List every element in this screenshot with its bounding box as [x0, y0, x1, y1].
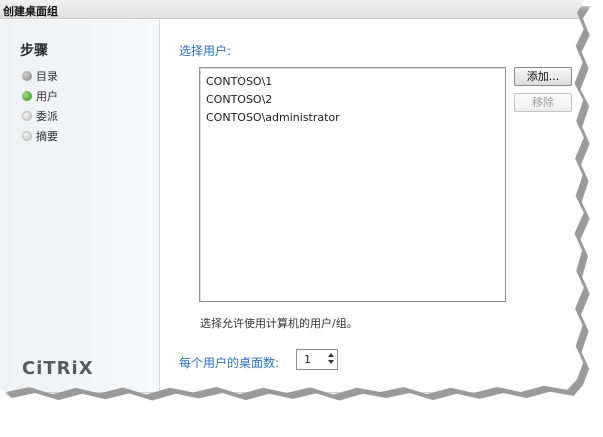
arrow-down-icon[interactable]: [327, 360, 334, 364]
next-button[interactable]: 下一步(N): [455, 398, 515, 417]
wizard-window: 创建桌面组 步骤 目录 用户 委派 摘要 CiTRiX 选择用户: CONTOS…: [0, 0, 585, 417]
window-title: 创建桌面组: [3, 5, 58, 18]
list-item[interactable]: CONTOSO\administrator: [206, 109, 505, 127]
step-delegation: 委派: [22, 109, 58, 123]
step-pending-icon: [22, 111, 32, 121]
arrow-up-icon[interactable]: [327, 353, 334, 357]
list-item[interactable]: CONTOSO\2: [206, 91, 505, 109]
step-catalog: 目录: [22, 69, 58, 83]
step-users: 用户: [22, 89, 58, 103]
step-label: 委派: [36, 110, 58, 123]
steps-heading: 步骤: [20, 43, 48, 59]
list-item[interactable]: CONTOSO\1: [206, 73, 505, 91]
desktops-per-user-stepper[interactable]: 1: [296, 349, 338, 370]
cancel-button[interactable]: 取消: [521, 398, 579, 417]
add-user-button[interactable]: 添加...: [514, 67, 572, 86]
remove-user-button[interactable]: 移除: [514, 93, 572, 112]
step-label: 用户: [36, 90, 58, 103]
desktops-per-user-label: 每个用户的桌面数:: [179, 356, 280, 370]
citrix-logo: CiTRiX: [22, 358, 94, 379]
step-label: 目录: [36, 70, 58, 83]
step-pending-icon: [22, 131, 32, 141]
select-users-heading: 选择用户:: [179, 44, 232, 58]
user-list[interactable]: CONTOSO\1 CONTOSO\2 CONTOSO\administrato…: [199, 67, 506, 302]
stepper-value: 1: [304, 353, 311, 366]
step-done-icon: [22, 71, 32, 81]
stepper-arrows[interactable]: [326, 352, 335, 367]
step-label: 摘要: [36, 130, 58, 143]
step-summary: 摘要: [22, 129, 58, 143]
helper-text: 选择允许使用计算机的用户/组。: [200, 317, 358, 330]
steps-sidebar: 步骤 目录 用户 委派 摘要 CiTRiX: [0, 20, 160, 392]
step-current-icon: [22, 91, 32, 101]
title-bar: 创建桌面组: [0, 0, 585, 19]
back-button[interactable]: 上一步(B): [389, 398, 449, 417]
